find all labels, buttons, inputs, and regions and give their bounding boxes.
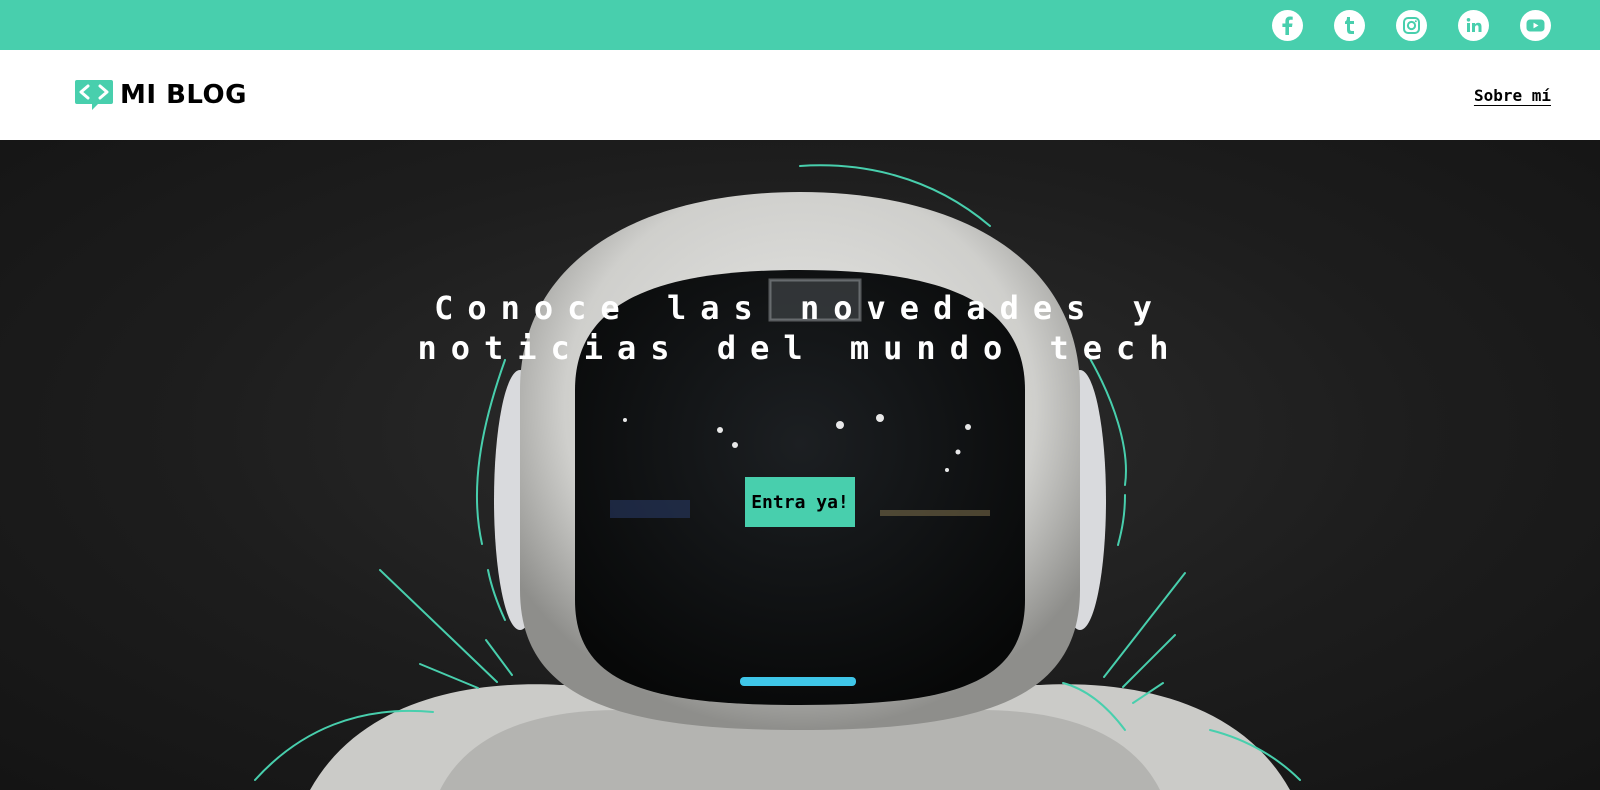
site-logo[interactable]: MI BLOG	[74, 79, 247, 111]
linkedin-link[interactable]	[1458, 9, 1489, 41]
site-header: MI BLOG Sobre mí	[0, 50, 1600, 140]
linkedin-icon	[1466, 17, 1482, 32]
tumblr-link[interactable]	[1334, 9, 1365, 41]
enter-button[interactable]: Entra ya!	[745, 477, 855, 527]
robot-astronaut-image	[254, 164, 1301, 790]
instagram-icon	[1403, 16, 1420, 34]
youtube-link[interactable]	[1520, 9, 1551, 41]
logo-text: MI BLOG	[120, 80, 247, 110]
tumblr-icon	[1345, 16, 1354, 34]
facebook-icon	[1282, 16, 1293, 35]
youtube-icon	[1526, 19, 1545, 31]
social-links	[1272, 9, 1551, 41]
social-topbar	[0, 0, 1600, 50]
instagram-link[interactable]	[1396, 9, 1427, 41]
facebook-link[interactable]	[1272, 9, 1303, 41]
hero-title: Conoce las novedades y noticias del mund…	[417, 289, 1183, 367]
nav-about-link[interactable]: Sobre mí	[1474, 86, 1551, 105]
hero-section: Conoce las novedades y noticias del mund…	[0, 140, 1600, 790]
code-bubble-icon	[75, 80, 113, 110]
